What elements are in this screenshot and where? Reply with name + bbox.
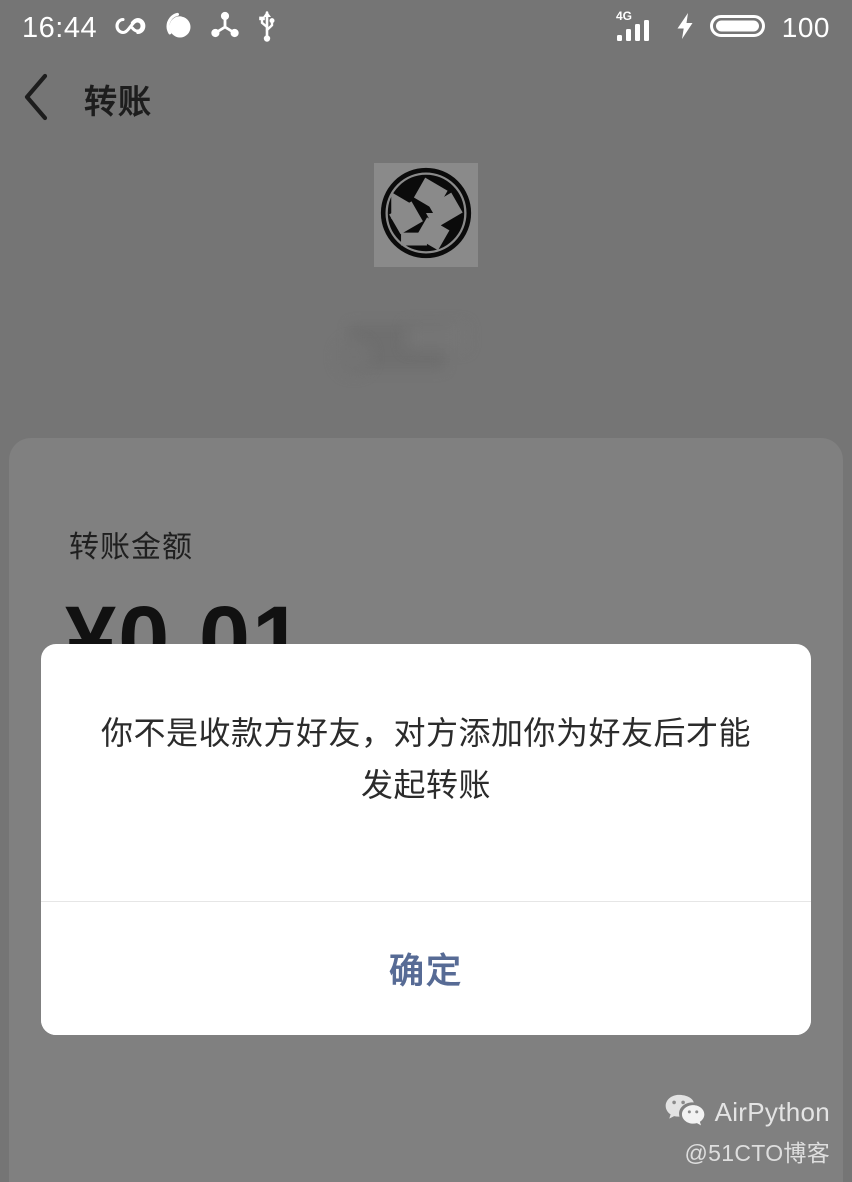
- confirm-button-label: 确定: [388, 952, 463, 991]
- dialog-button-row: 确定: [41, 902, 811, 1035]
- dialog-message: 你不是收款方好友，对方添加你为好友后才能发起转账: [101, 714, 752, 803]
- alert-dialog: 你不是收款方好友，对方添加你为好友后才能发起转账 确定: [41, 644, 811, 1035]
- dialog-overlay: 你不是收款方好友，对方添加你为好友后才能发起转账 确定: [0, 0, 852, 1182]
- confirm-button[interactable]: 确定: [41, 902, 811, 1035]
- dialog-body: 你不是收款方好友，对方添加你为好友后才能发起转账: [41, 644, 811, 901]
